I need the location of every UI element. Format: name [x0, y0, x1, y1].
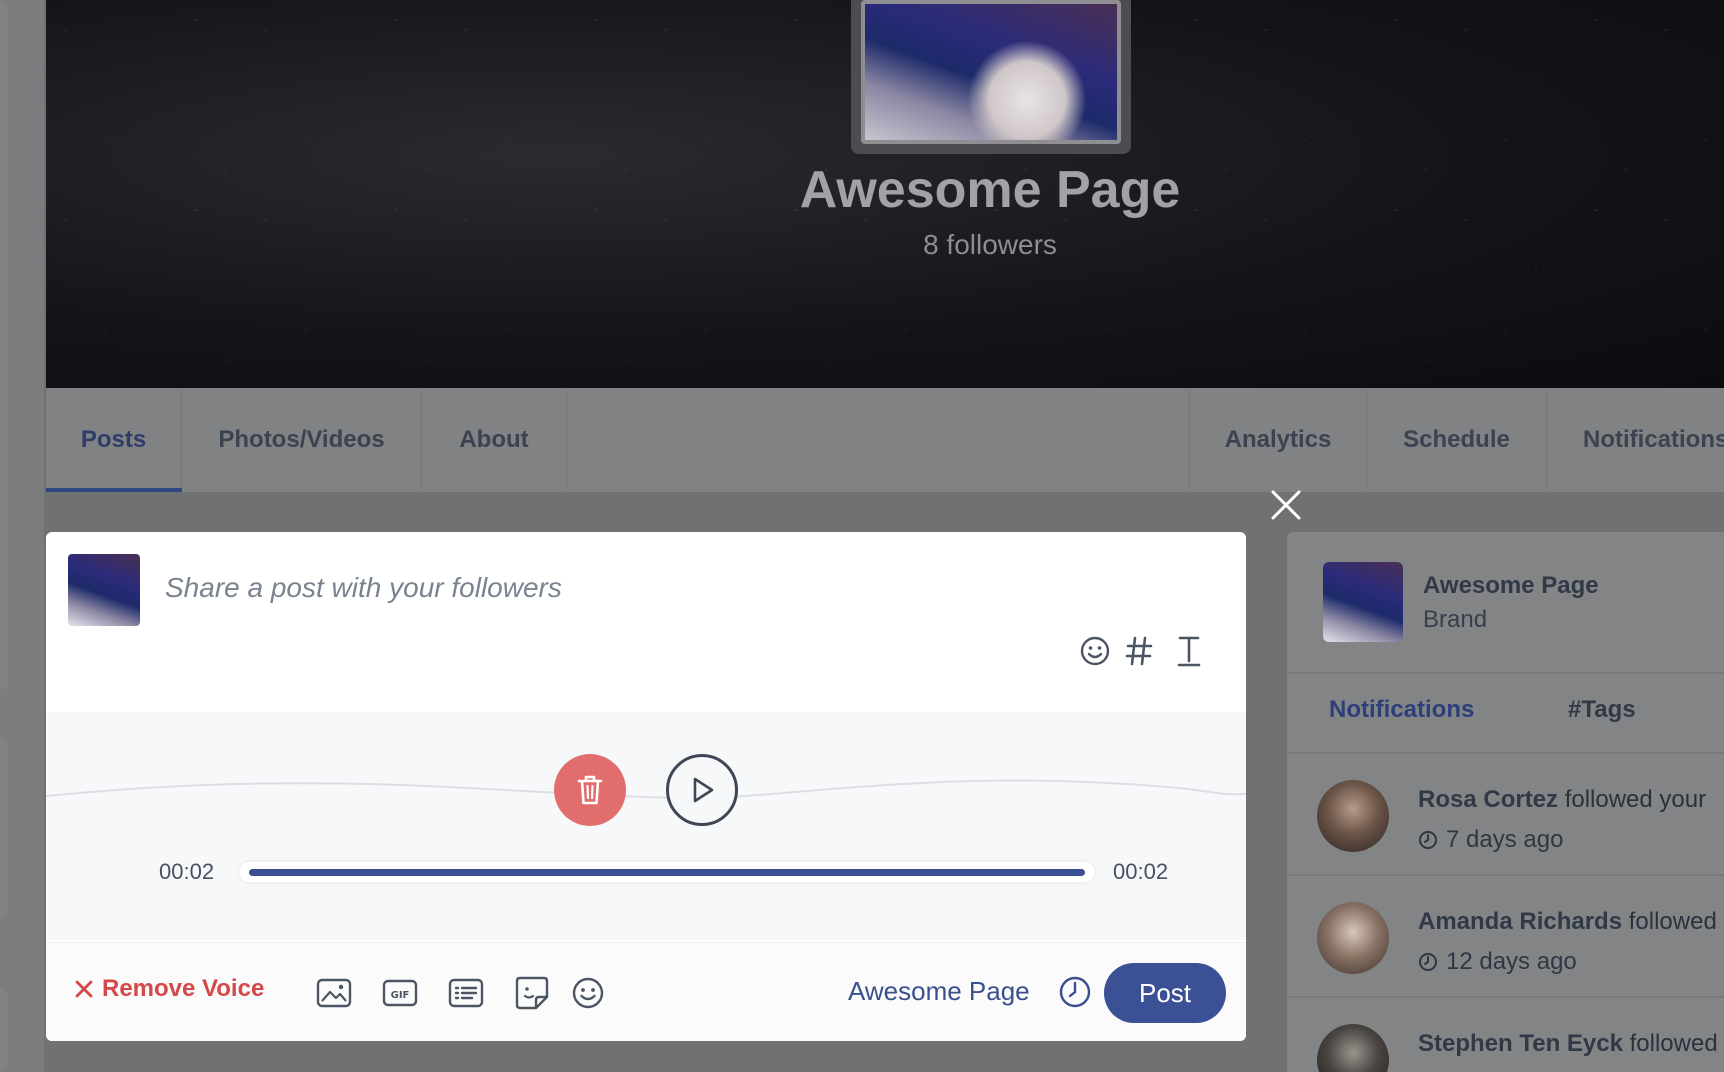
composer-footer: Remove Voice GIF Awesome Page Post [46, 942, 1246, 1041]
clock-icon [1059, 976, 1091, 1008]
notification-text: Amanda Richards followed [1418, 908, 1717, 936]
delete-recording-button[interactable] [554, 754, 626, 826]
clock-icon [1419, 831, 1437, 849]
notification-item[interactable]: Rosa Cortez followed your 7 days ago [1287, 754, 1724, 876]
poll-button[interactable] [446, 973, 486, 1013]
list-icon [448, 978, 484, 1008]
sidebar-panel: Awesome Page Brand Notifications #Tags R… [1287, 532, 1724, 1072]
text-format-icon[interactable] [1172, 634, 1206, 668]
sidebar-page-header[interactable]: Awesome Page Brand [1287, 532, 1724, 674]
elapsed-time: 00:02 [159, 859, 215, 884]
play-icon [693, 777, 714, 803]
notification-time: 7 days ago [1418, 826, 1563, 854]
notification-message: followed [1622, 1030, 1718, 1057]
tab-label: Notifications [1583, 426, 1724, 453]
post-as-page-selector[interactable]: Awesome Page [848, 976, 1030, 1007]
emoji-button[interactable] [568, 973, 608, 1013]
post-button[interactable]: Post [1104, 963, 1226, 1023]
clock-icon [1419, 953, 1437, 971]
notification-text: Stephen Ten Eyck followed [1418, 1030, 1718, 1058]
tab-notifications[interactable]: Notifications [1547, 388, 1724, 492]
sidebar-page-name: Awesome Page [1423, 572, 1599, 599]
notification-time: 12 days ago [1418, 948, 1577, 976]
image-upload-button[interactable] [314, 973, 354, 1013]
tab-label: Posts [80, 426, 147, 453]
emoji-icon[interactable] [1078, 634, 1112, 668]
tab-label: Schedule [1403, 426, 1510, 453]
notification-user[interactable]: Amanda Richards [1418, 908, 1622, 935]
tab-photos-videos[interactable]: Photos/Videos [182, 388, 422, 492]
tab-label: Photos/Videos [218, 426, 385, 453]
hashtag-icon[interactable] [1122, 634, 1156, 668]
cover-photo: Awesome Page 8 followers [46, 0, 1724, 388]
page-avatar-frame [851, 0, 1131, 154]
notification-item[interactable]: Stephen Ten Eyck followed [1287, 998, 1724, 1072]
page-tabs: Posts Photos/Videos About Analytics Sche… [46, 388, 1724, 492]
sticker-button[interactable] [512, 973, 552, 1013]
rocket-plume [967, 40, 1087, 140]
sidebar-page-logo [1323, 562, 1403, 642]
tab-active-indicator [46, 488, 182, 492]
left-rail [0, 0, 44, 1072]
close-icon [75, 980, 93, 998]
page-avatar [861, 0, 1121, 144]
notification-item[interactable]: Amanda Richards followed 12 days ago [1287, 876, 1724, 998]
tab-schedule[interactable]: Schedule [1367, 388, 1547, 492]
notification-user[interactable]: Rosa Cortez [1418, 786, 1558, 813]
post-composer: Share a post with your followers 00:02 0… [46, 532, 1246, 1041]
image-icon [316, 978, 352, 1008]
gif-icon: GIF [382, 979, 418, 1007]
svg-text:GIF: GIF [391, 990, 410, 1001]
remove-voice-button[interactable]: Remove Voice [74, 975, 264, 1003]
composer-avatar [68, 554, 140, 626]
emoji-icon [572, 977, 604, 1009]
sidebar-tabs: Notifications #Tags [1287, 674, 1724, 754]
playback-progress-bar[interactable] [239, 862, 1095, 882]
tab-about[interactable]: About [422, 388, 567, 492]
schedule-post-button[interactable] [1056, 973, 1094, 1011]
format-toolbar [1078, 634, 1206, 668]
tab-posts[interactable]: Posts [46, 388, 182, 492]
notification-user[interactable]: Stephen Ten Eyck [1418, 1030, 1623, 1057]
avatar [1317, 1024, 1389, 1072]
tab-sidebar-tags[interactable]: #Tags [1568, 696, 1636, 724]
play-button[interactable] [666, 754, 738, 826]
gif-button[interactable]: GIF [380, 973, 420, 1013]
sidebar-page-type: Brand [1423, 606, 1488, 633]
tab-sidebar-notifications[interactable]: Notifications [1329, 696, 1474, 724]
sticker-icon [515, 976, 549, 1010]
post-input[interactable]: Share a post with your followers [165, 572, 562, 604]
notification-time-text: 7 days ago [1446, 826, 1564, 853]
close-icon[interactable] [1270, 489, 1302, 521]
avatar [1317, 902, 1389, 974]
notification-message: followed [1622, 908, 1717, 935]
remove-voice-label: Remove Voice [102, 975, 265, 1002]
total-duration: 00:02 [1113, 859, 1169, 884]
playback-progress-fill [249, 869, 1085, 876]
notification-text: Rosa Cortez followed your [1418, 786, 1706, 814]
page-followers: 8 followers [923, 229, 1057, 260]
tab-label: About [459, 426, 529, 453]
page-title: Awesome Page [799, 161, 1181, 219]
tab-label: Analytics [1224, 426, 1332, 453]
trash-icon [577, 775, 603, 805]
tab-analytics[interactable]: Analytics [1189, 388, 1367, 492]
voice-recording-panel: 00:02 00:02 [46, 712, 1246, 940]
left-card [0, 988, 8, 1072]
left-card [0, 738, 8, 918]
left-card [0, 0, 8, 690]
notification-time-text: 12 days ago [1446, 948, 1577, 975]
notification-message: followed your [1558, 786, 1707, 813]
waveform-line [46, 779, 1246, 799]
avatar [1317, 780, 1389, 852]
